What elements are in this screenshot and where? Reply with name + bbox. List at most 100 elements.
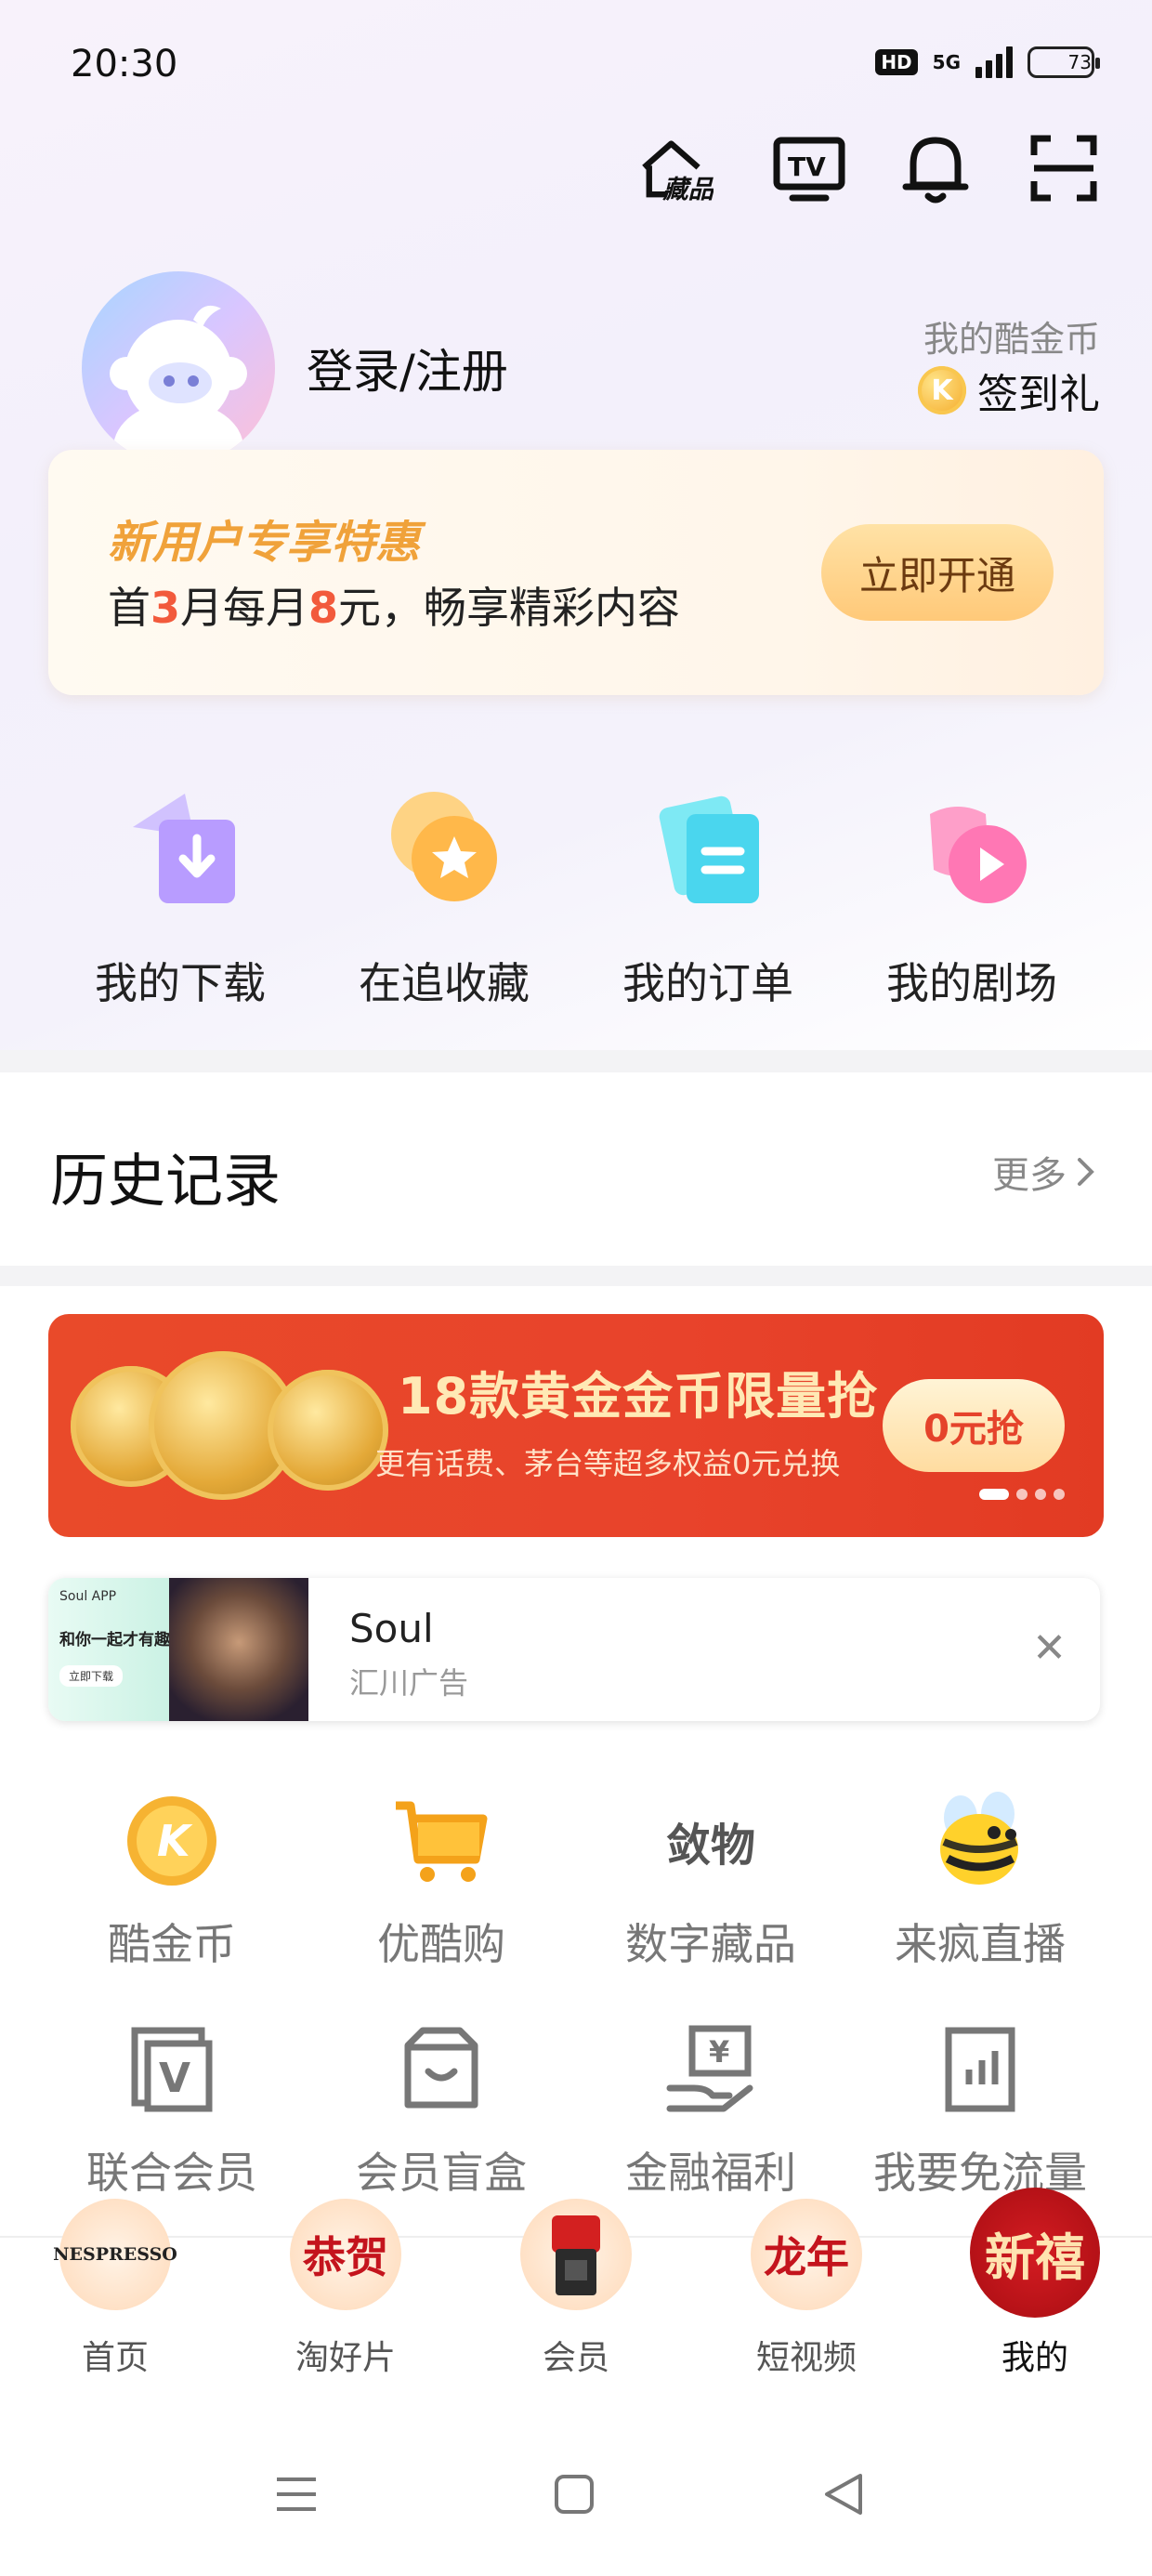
more-label: 更多 xyxy=(992,1154,1067,1197)
history-more-link[interactable]: 更多 xyxy=(992,1145,1096,1199)
service-label: 会员盲盒 xyxy=(356,2148,527,2198)
service-youku-shop[interactable]: 优酷购 xyxy=(307,1790,576,1972)
battery-icon: 73 xyxy=(1028,46,1100,78)
section-divider xyxy=(0,1266,1152,1286)
quick-action-label: 我的下载 xyxy=(95,958,266,1008)
tab-label: 淘好片 xyxy=(295,2339,396,2377)
quick-action-theater[interactable]: 我的剧场 xyxy=(842,781,1102,1011)
cart-icon xyxy=(390,1790,492,1892)
tv-label: TV xyxy=(788,151,826,182)
banner-grab-button[interactable]: 0元抢 xyxy=(883,1379,1065,1472)
service-label: 金融福利 xyxy=(625,2148,796,2198)
coin-icon: K xyxy=(918,366,966,414)
system-nav-bar xyxy=(0,2422,1152,2576)
service-digital-collection[interactable]: 敛物 数字藏品 xyxy=(576,1790,845,1972)
avatar[interactable] xyxy=(82,271,275,465)
tab-label: 会员 xyxy=(542,2339,609,2377)
movies-icon: 恭贺 xyxy=(290,2199,401,2310)
service-label: 优酷购 xyxy=(377,1919,505,1969)
ad-source: 汇川广告 xyxy=(349,1665,469,1701)
history-title: 历史记录 xyxy=(50,1147,281,1215)
quick-action-label: 我的订单 xyxy=(622,958,793,1008)
tab-label: 短视频 xyxy=(755,2339,857,2377)
ad-thumb-text: 和你一起才有趣 xyxy=(59,1631,170,1649)
digital-collection-icon: 敛物 xyxy=(665,1820,755,1872)
new-user-promo-card[interactable]: 新用户专享特惠 首3月每月8元，畅享精彩内容 立即开通 xyxy=(48,450,1104,695)
order-icon xyxy=(638,781,778,920)
battery-label: 73 xyxy=(1067,51,1092,73)
network-label: 5G xyxy=(932,51,961,73)
service-label: 来疯直播 xyxy=(895,1919,1066,1969)
banner-title: 18款黄金金币限量抢 xyxy=(398,1367,879,1426)
joint-vip-glyph: V xyxy=(159,2055,190,2102)
vip-icon xyxy=(520,2199,632,2310)
bee-icon xyxy=(929,1790,1031,1892)
quick-action-download[interactable]: 我的下载 xyxy=(50,781,310,1011)
status-time: 20:30 xyxy=(71,43,178,85)
service-data-free[interactable]: 我要免流量 xyxy=(845,2018,1115,2201)
service-label: 数字藏品 xyxy=(625,1919,796,1969)
coin-icon: K xyxy=(121,1790,223,1892)
bell-icon[interactable] xyxy=(897,130,974,206)
tab-movies[interactable]: 恭贺 淘好片 xyxy=(262,2199,429,2379)
joint-vip-icon: V xyxy=(121,2018,223,2121)
ad-title: Soul xyxy=(349,1606,434,1651)
close-icon[interactable]: ✕ xyxy=(1032,1624,1067,1672)
tab-home[interactable]: NESPRESSO 首页 xyxy=(32,2199,199,2379)
promo-subtitle: 首3月每月8元，畅享精彩内容 xyxy=(108,583,681,633)
tab-short-video[interactable]: 龙年 短视频 xyxy=(723,2199,890,2379)
collection-label: 藏品 xyxy=(661,176,713,204)
hd-badge: HD xyxy=(875,49,918,75)
gold-coin-banner[interactable]: 18款黄金金币限量抢 更有话费、茅台等超多权益0元兑换 0元抢 xyxy=(48,1314,1104,1537)
service-joint-vip[interactable]: V 联合会员 xyxy=(37,2018,307,2201)
download-icon xyxy=(111,781,250,920)
service-finance[interactable]: ¥ 金融福利 xyxy=(576,2018,845,2201)
service-live[interactable]: 来疯直播 xyxy=(845,1790,1115,1972)
menu-icon[interactable] xyxy=(275,2476,318,2513)
quick-action-label: 我的剧场 xyxy=(886,958,1057,1008)
my-coins-label[interactable]: 我的酷金币 xyxy=(923,310,1100,361)
tab-label: 首页 xyxy=(81,2339,149,2377)
finance-glyph: ¥ xyxy=(709,2034,729,2070)
quick-action-label: 在追收藏 xyxy=(359,958,530,1008)
ad-thumb-brand: Soul APP xyxy=(59,1589,117,1604)
service-label: 酷金币 xyxy=(108,1919,236,1969)
chevron-right-icon xyxy=(1078,1158,1094,1186)
ad-photo xyxy=(169,1578,308,1721)
star-icon xyxy=(374,781,514,920)
tab-label: 我的 xyxy=(1001,2339,1068,2377)
section-divider xyxy=(0,1050,1152,1072)
collection-icon[interactable]: 藏品 xyxy=(637,130,713,206)
scan-icon[interactable] xyxy=(1026,130,1102,206)
home-icon: NESPRESSO xyxy=(53,2199,177,2310)
login-register-link[interactable]: 登录/注册 xyxy=(307,335,508,401)
signal-icon xyxy=(975,46,1013,78)
service-coins[interactable]: K 酷金币 xyxy=(37,1790,307,1972)
service-label: 联合会员 xyxy=(86,2148,257,2198)
signin-gift-button[interactable]: K 签到礼 xyxy=(918,361,1100,420)
gold-coin-image xyxy=(268,1370,388,1491)
home-nav-icon[interactable] xyxy=(554,2474,595,2515)
status-icons: HD 5G 73 xyxy=(875,46,1100,78)
carousel-indicator xyxy=(979,1489,1065,1500)
quick-action-orders[interactable]: 我的订单 xyxy=(578,781,838,1011)
signin-label: 签到礼 xyxy=(977,371,1100,418)
tab-vip[interactable]: 会员 xyxy=(492,2199,660,2379)
blind-box-icon xyxy=(390,2018,492,2121)
ad-thumb-download: 立即下载 xyxy=(59,1665,124,1687)
mine-icon: 新禧 xyxy=(970,2188,1100,2318)
ad-card[interactable]: Soul APP 和你一起才有趣 立即下载 Soul 汇川广告 ✕ xyxy=(48,1578,1100,1721)
short-video-icon: 龙年 xyxy=(751,2199,862,2310)
promo-title: 新用户专享特惠 xyxy=(108,517,421,569)
quick-action-favorites[interactable]: 在追收藏 xyxy=(314,781,574,1011)
tv-icon[interactable]: TV xyxy=(771,130,847,206)
ad-thumbnail[interactable]: Soul APP 和你一起才有趣 立即下载 xyxy=(48,1578,308,1721)
open-now-button[interactable]: 立即开通 xyxy=(821,524,1054,621)
back-icon[interactable] xyxy=(823,2472,864,2517)
coin-glyph: K xyxy=(157,1816,193,1866)
finance-icon: ¥ xyxy=(660,2018,762,2121)
service-blind-box[interactable]: 会员盲盒 xyxy=(307,2018,576,2201)
play-icon xyxy=(902,781,1041,920)
banner-subtitle: 更有话费、茅台等超多权益0元兑换 xyxy=(375,1446,841,1481)
tab-mine[interactable]: 新禧 我的 xyxy=(951,2188,1119,2379)
